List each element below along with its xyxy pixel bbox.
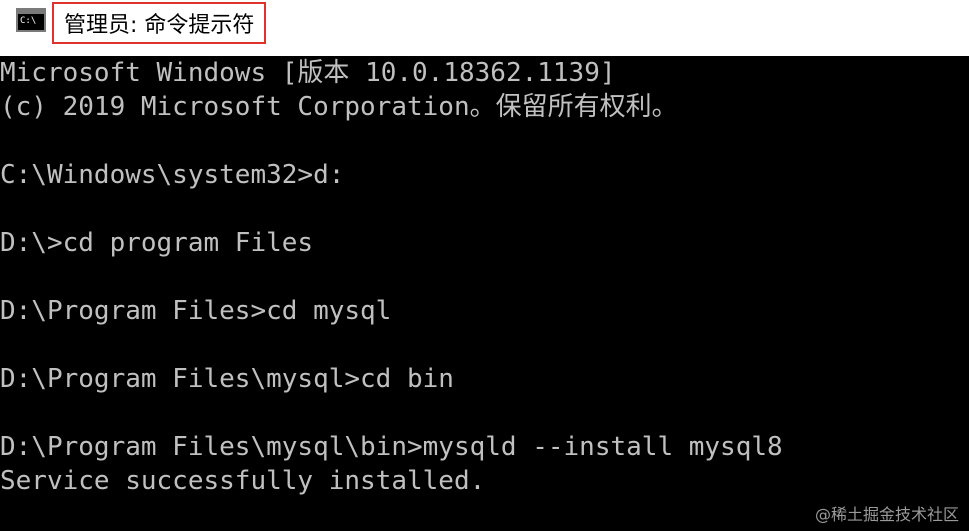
cmd-icon[interactable]: C:\ — [16, 8, 46, 32]
title-highlight-box: 管理员: 命令提示符 — [52, 2, 267, 44]
watermark: @稀土掘金技术社区 — [814, 505, 959, 524]
console-line: Service successfully installed. — [0, 466, 486, 496]
console-line: (c) 2019 Microsoft Corporation。保留所有权利。 — [0, 92, 678, 122]
console-line: D:\Program Files\mysql>cd bin — [0, 364, 454, 394]
console-line: Microsoft Windows [版本 10.0.18362.1139] — [0, 58, 616, 88]
console-line: D:\>cd program Files — [0, 228, 314, 258]
console-output[interactable]: Microsoft Windows [版本 10.0.18362.1139] (… — [0, 56, 969, 531]
window-title: 管理员: 命令提示符 — [64, 13, 255, 38]
console-line: C:\Windows\system32>d: — [0, 160, 345, 190]
console-line: D:\Program Files>cd mysql — [0, 296, 392, 326]
title-bar[interactable]: C:\ 管理员: 命令提示符 — [0, 0, 969, 56]
console-line: D:\Program Files\mysql\bin>mysqld --inst… — [0, 432, 783, 462]
